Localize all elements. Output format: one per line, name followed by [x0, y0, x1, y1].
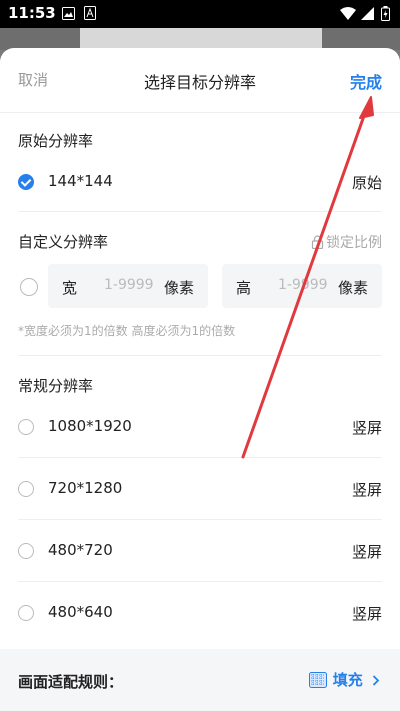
- lock-icon: [311, 235, 324, 250]
- resolution-option[interactable]: 1080*1920 竖屏: [18, 417, 382, 441]
- fit-rule-bar: 画面适配规则： 填充: [0, 649, 400, 711]
- image-icon: [62, 6, 75, 24]
- resolution-sheet: 取消 选择目标分辨率 完成 原始分辨率 144*144 原始 自定义分辨率 锁定…: [0, 48, 400, 711]
- resolution-option[interactable]: 480*720 竖屏: [18, 541, 382, 565]
- lock-ratio-toggle[interactable]: 锁定比例: [311, 232, 382, 252]
- common-section-title: 常规分辨率: [18, 377, 94, 395]
- status-time: 11:53: [8, 4, 56, 22]
- radio-button[interactable]: [18, 481, 34, 497]
- orientation-tag: 竖屏: [351, 481, 382, 499]
- divider: [18, 355, 382, 356]
- sheet-title: 选择目标分辨率: [143, 73, 256, 92]
- resolution-value: 480*720: [48, 541, 113, 559]
- orientation-tag: 竖屏: [351, 543, 382, 561]
- fill-mode-icon: [308, 672, 327, 688]
- chevron-right-icon: [372, 675, 380, 686]
- resolution-option[interactable]: 480*640 竖屏: [18, 603, 382, 627]
- sheet-header: 取消 选择目标分辨率 完成: [0, 48, 400, 113]
- original-resolution-value: 144*144: [48, 172, 113, 190]
- height-placeholder: 1-9999: [278, 277, 328, 293]
- lock-ratio-label: 锁定比例: [326, 235, 382, 251]
- custom-resolution-radio[interactable]: [20, 278, 38, 296]
- divider: [18, 457, 382, 458]
- battery-icon: [381, 6, 390, 25]
- height-label: 高: [236, 279, 252, 297]
- resolution-value: 480*640: [48, 603, 113, 621]
- width-unit: 像素: [163, 279, 194, 297]
- custom-section-title: 自定义分辨率: [18, 233, 109, 251]
- fit-rule-value: 填充: [332, 671, 363, 689]
- height-input[interactable]: 高 1-9999 像素: [222, 264, 382, 308]
- app-notification-icon: [84, 6, 96, 24]
- radio-button[interactable]: [18, 605, 34, 621]
- original-resolution-option[interactable]: 144*144 原始: [18, 172, 382, 196]
- width-label: 宽: [62, 279, 78, 297]
- status-bar: 11:53: [0, 0, 400, 28]
- fit-rule-label: 画面适配规则：: [18, 673, 124, 691]
- wifi-icon: [340, 6, 356, 24]
- orientation-tag: 竖屏: [351, 419, 382, 437]
- resolution-value: 1080*1920: [48, 417, 132, 435]
- divider: [18, 581, 382, 582]
- fit-rule-selector[interactable]: 填充: [308, 669, 380, 690]
- width-input[interactable]: 宽 1-9999 像素: [48, 264, 208, 308]
- radio-button[interactable]: [18, 543, 34, 559]
- divider: [18, 211, 382, 212]
- resolution-option[interactable]: 720*1280 竖屏: [18, 479, 382, 503]
- background-page: [0, 28, 400, 50]
- custom-hint-text: *宽度必须为1的倍数 高度必须为1的倍数: [18, 324, 236, 338]
- divider: [18, 519, 382, 520]
- original-resolution-tag: 原始: [351, 174, 382, 192]
- signal-icon: [361, 6, 374, 24]
- orientation-tag: 竖屏: [351, 605, 382, 623]
- check-icon[interactable]: [18, 174, 34, 190]
- resolution-value: 720*1280: [48, 479, 123, 497]
- done-button[interactable]: 完成: [350, 69, 382, 93]
- background-content: [80, 28, 322, 50]
- original-section-title: 原始分辨率: [18, 132, 94, 150]
- height-unit: 像素: [337, 279, 368, 297]
- width-placeholder: 1-9999: [104, 277, 154, 293]
- radio-button[interactable]: [18, 419, 34, 435]
